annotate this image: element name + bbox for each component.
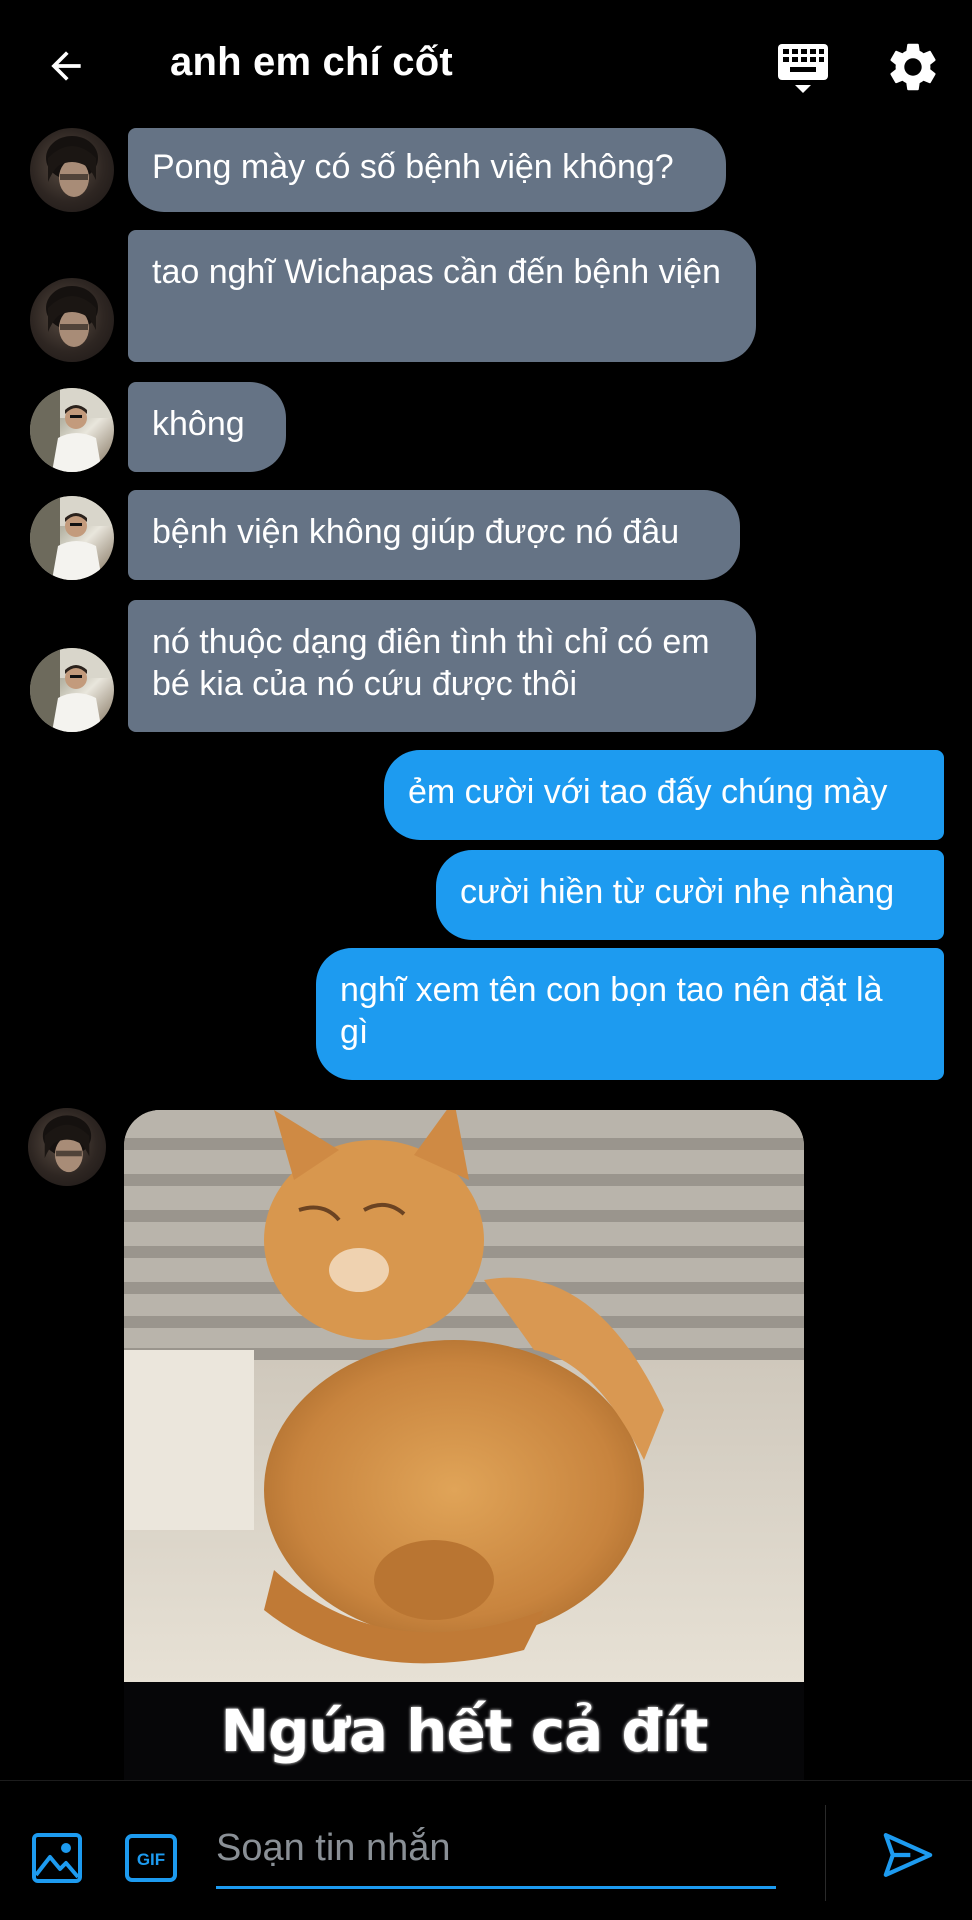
- avatar[interactable]: [28, 1108, 106, 1186]
- image-message[interactable]: Ngứa hết cả đít: [124, 1110, 804, 1780]
- conversation-title: anh em chí cốt: [170, 40, 453, 84]
- message-composer: GIF: [0, 1780, 972, 1920]
- message-bubble[interactable]: nghĩ xem tên con bọn tao nên đặt là gì: [316, 948, 944, 1080]
- gear-icon: [890, 43, 936, 91]
- message-bubble[interactable]: không: [128, 382, 286, 472]
- chat-header: anh em chí cốt: [0, 0, 972, 130]
- gif-label: GIF: [137, 1850, 165, 1869]
- send-icon: [883, 1833, 933, 1877]
- avatar[interactable]: [30, 128, 114, 212]
- message-bubble[interactable]: bệnh viện không giúp được nó đâu: [128, 490, 740, 580]
- back-button[interactable]: [36, 36, 96, 96]
- gif-button[interactable]: GIF: [124, 1831, 178, 1885]
- gif-icon: GIF: [125, 1834, 177, 1882]
- arrow-left-icon: [51, 51, 81, 81]
- image-icon: [32, 1833, 82, 1883]
- cat-photo: [124, 1110, 804, 1682]
- avatar[interactable]: [30, 388, 114, 472]
- message-bubble[interactable]: cười hiền từ cười nhẹ nhàng: [436, 850, 944, 940]
- message-bubble[interactable]: Pong mày có số bệnh viện không?: [128, 128, 726, 212]
- avatar[interactable]: [30, 496, 114, 580]
- keyboard-icon: [778, 44, 828, 93]
- attach-image-button[interactable]: [30, 1831, 84, 1885]
- avatar[interactable]: [30, 278, 114, 362]
- message-input[interactable]: [216, 1811, 776, 1889]
- keyboard-button[interactable]: [772, 38, 834, 98]
- composer-divider: [825, 1805, 826, 1901]
- avatar[interactable]: [30, 648, 114, 732]
- message-bubble[interactable]: nó thuộc dạng điên tình thì chỉ có em bé…: [128, 600, 756, 732]
- message-bubble[interactable]: ẻm cười với tao đấy chúng mày: [384, 750, 944, 840]
- image-caption: Ngứa hết cả đít: [124, 1682, 804, 1780]
- message-bubble[interactable]: tao nghĩ Wichapas cần đến bệnh viện: [128, 230, 756, 362]
- settings-button[interactable]: [884, 38, 946, 98]
- send-button[interactable]: [880, 1827, 936, 1883]
